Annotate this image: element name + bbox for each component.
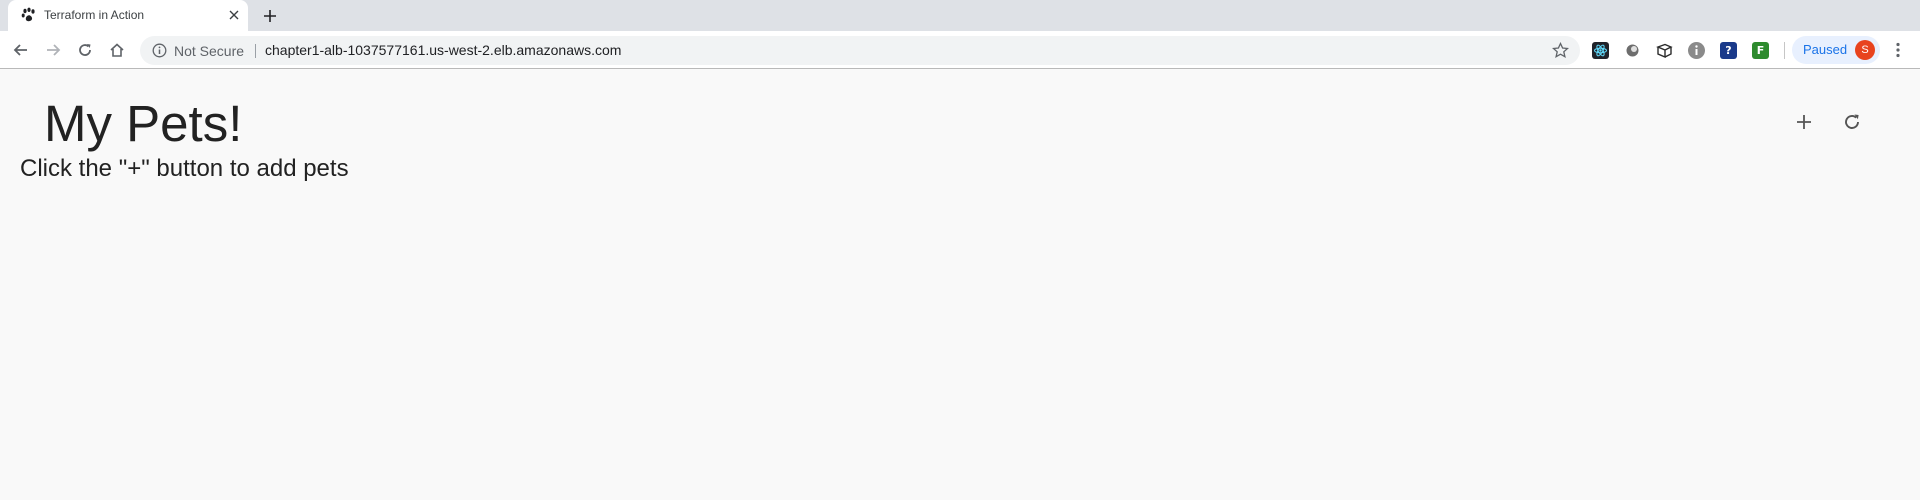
info-icon[interactable]: [152, 43, 167, 58]
bookmark-star-icon[interactable]: [1551, 41, 1570, 59]
tab-strip: Terraform in Action: [0, 0, 1920, 31]
refresh-icon: [1845, 114, 1859, 129]
back-button[interactable]: [10, 39, 32, 61]
circle-extension-icon[interactable]: [1624, 42, 1641, 59]
question-extension-icon[interactable]: ?: [1720, 42, 1737, 59]
address-bar[interactable]: Not Secure chapter1-alb-1037577161.us-we…: [140, 36, 1580, 65]
f-extension-icon[interactable]: F: [1752, 42, 1769, 59]
new-tab-button[interactable]: [260, 6, 280, 26]
refresh-button[interactable]: [1836, 106, 1868, 138]
info-extension-icon[interactable]: [1688, 42, 1705, 59]
url-text[interactable]: chapter1-alb-1037577161.us-west-2.elb.am…: [265, 42, 621, 58]
avatar: S: [1855, 40, 1875, 60]
boxes-extension-icon[interactable]: [1656, 42, 1673, 59]
profile-status-label: Paused: [1803, 42, 1848, 57]
profile-button[interactable]: Paused S: [1792, 36, 1880, 64]
browser-toolbar: Not Secure chapter1-alb-1037577161.us-we…: [0, 31, 1920, 69]
react-devtools-icon[interactable]: [1592, 42, 1609, 59]
omnibox-divider: [255, 44, 256, 58]
page-content: My Pets! Click the "+" button to add pet…: [0, 70, 1920, 500]
add-icon: [1797, 115, 1811, 129]
reload-button[interactable]: [74, 39, 96, 61]
add-pet-button[interactable]: [1788, 106, 1820, 138]
home-button[interactable]: [106, 39, 128, 61]
toolbar-divider: [1784, 42, 1785, 59]
browser-tab[interactable]: Terraform in Action: [8, 0, 248, 31]
forward-button[interactable]: [42, 39, 64, 61]
close-icon[interactable]: [226, 7, 242, 23]
empty-state-hint: Click the "+" button to add pets: [20, 155, 349, 182]
tab-title: Terraform in Action: [44, 8, 145, 22]
security-label[interactable]: Not Secure: [174, 43, 244, 59]
page-title: My Pets!: [44, 95, 243, 152]
paw-icon: [21, 7, 37, 23]
kebab-menu-icon[interactable]: [1888, 40, 1908, 60]
